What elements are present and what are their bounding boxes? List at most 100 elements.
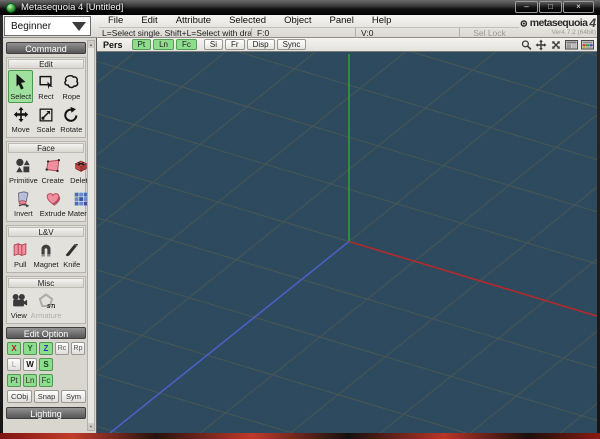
scroll-down-icon[interactable]: ▼	[88, 423, 94, 430]
status-hint: L=Select single. Shift+L=Select with dra…	[102, 28, 251, 38]
lv-section-label[interactable]: L&V	[8, 227, 84, 237]
movie-camera-icon	[12, 293, 27, 307]
primitive-tool-button[interactable]: Primitive	[8, 154, 39, 187]
axis-y-toggle[interactable]: Y	[23, 342, 37, 355]
rope-tool-button[interactable]: Rope	[59, 70, 84, 103]
face-section: Face Primitive Create Delete Invert Extr…	[6, 141, 94, 222]
extrude-face-icon	[46, 193, 60, 206]
lighting-header[interactable]: Lighting	[6, 407, 86, 419]
command-panel-header[interactable]: Command	[6, 42, 86, 54]
viewport-area: Pers Pt Ln Fc Si Fr Disp Sync	[97, 38, 597, 433]
face-section-label[interactable]: Face	[8, 143, 84, 153]
pull-map-icon	[13, 243, 27, 257]
extrude-tool-button[interactable]: Extrude	[39, 187, 67, 220]
edit-option-header[interactable]: Edit Option	[6, 327, 86, 339]
rc-toggle[interactable]: Rc	[55, 342, 69, 355]
screen-toggle[interactable]: S	[39, 358, 53, 371]
vp-fr-toggle[interactable]: Fr	[225, 39, 245, 50]
cobj-toggle[interactable]: CObj	[7, 390, 32, 403]
orbit-view-icon[interactable]	[550, 39, 562, 51]
cursor-arrow-icon	[16, 73, 26, 90]
menu-object[interactable]: Object	[275, 15, 320, 27]
minimize-button[interactable]: –	[515, 1, 538, 13]
rect-tool-button[interactable]: Rect	[33, 70, 58, 103]
scroll-up-icon[interactable]: ▲	[88, 41, 94, 48]
color-palette-icon[interactable]	[581, 39, 594, 51]
window-content: Beginner File Edit Attribute Selected Ob…	[3, 15, 597, 433]
local-toggle[interactable]: L	[7, 358, 21, 371]
vp-face-toggle[interactable]: Fc	[176, 39, 197, 50]
main-toolbar: Beginner File Edit Attribute Selected Ob…	[3, 15, 597, 38]
vertex-counter: V:0	[355, 28, 459, 38]
axis-x-toggle[interactable]: X	[7, 342, 21, 355]
view-control-icons	[521, 39, 594, 51]
brand-logo: metasequoia 4 Ver4.7.2 (64bit)	[520, 16, 596, 37]
face-counter: F:0	[251, 28, 355, 38]
primitive-shapes-icon	[16, 158, 31, 173]
knife-tool-button[interactable]: Knife	[60, 238, 84, 271]
panel-scrollbar[interactable]: ▲ ▼	[87, 40, 95, 431]
brand-number: 4	[589, 16, 596, 30]
invert-tool-button[interactable]: Invert	[8, 187, 39, 220]
menu-attribute[interactable]: Attribute	[167, 15, 220, 27]
svg-text:STD: STD	[47, 304, 55, 310]
menu-selected[interactable]: Selected	[220, 15, 275, 27]
status-bar: L=Select single. Shift+L=Select with dra…	[99, 27, 519, 38]
view-tool-button[interactable]: View	[8, 289, 30, 322]
dropdown-arrow-icon	[72, 21, 86, 31]
armature-tool-button: STD Armature	[30, 289, 63, 322]
create-tool-button[interactable]: Create	[39, 154, 67, 187]
face-toggle[interactable]: Fc	[39, 374, 53, 387]
misc-section-label[interactable]: Misc	[8, 278, 84, 288]
move-arrows-icon	[13, 106, 28, 123]
snap-toggle[interactable]: Snap	[34, 390, 59, 403]
window-title: Metasequoia 4 [Untitled]	[21, 2, 124, 13]
sel-lock-button[interactable]: Sel Lock	[459, 28, 519, 38]
axis-z-toggle[interactable]: Z	[39, 342, 53, 355]
point-toggle[interactable]: Pt	[7, 374, 21, 387]
metasequoia-logo-icon	[520, 19, 528, 27]
view-mode-label[interactable]: Pers	[97, 40, 132, 50]
magnet-tool-button[interactable]: Magnet	[32, 238, 59, 271]
mode-dropdown-value: Beginner	[11, 20, 52, 32]
pan-view-icon[interactable]	[535, 39, 547, 51]
sym-toggle[interactable]: Sym	[61, 390, 86, 403]
rp-toggle[interactable]: Rp	[71, 342, 85, 355]
menu-help[interactable]: Help	[363, 15, 401, 27]
mode-dropdown[interactable]: Beginner	[4, 16, 91, 36]
rect-select-icon	[39, 75, 53, 90]
scale-tool-button[interactable]: Scale	[33, 103, 58, 136]
close-button[interactable]: ×	[563, 1, 594, 13]
workspace: Command Edit Select Rect Rope Move Scale…	[3, 38, 597, 433]
rotate-tool-button[interactable]: Rotate	[59, 103, 84, 136]
armature-std-icon: STD	[38, 293, 55, 310]
pull-tool-button[interactable]: Pull	[8, 238, 32, 271]
invert-face-icon	[18, 191, 30, 208]
viewport-canvas[interactable]	[97, 52, 597, 433]
menu-panel[interactable]: Panel	[321, 15, 363, 27]
menu-file[interactable]: File	[99, 15, 132, 27]
vp-si-toggle[interactable]: Si	[203, 39, 224, 50]
misc-section: Misc View ST Armature	[6, 276, 86, 324]
vp-sync-toggle[interactable]: Sync	[276, 39, 307, 50]
select-tool-button[interactable]: Select	[8, 70, 34, 103]
move-tool-button[interactable]: Move	[8, 103, 33, 136]
zoom-magnifier-icon[interactable]	[521, 39, 532, 51]
menu-edit[interactable]: Edit	[132, 15, 166, 27]
scale-box-icon	[39, 108, 53, 122]
lv-section: L&V Pull Magnet Knife	[6, 225, 86, 273]
display-mode-icon[interactable]	[565, 39, 578, 51]
world-toggle[interactable]: W	[23, 358, 37, 371]
app-window: Metasequoia 4 [Untitled] – □ × Beginner …	[0, 0, 600, 439]
brand-name: metasequoia	[529, 17, 588, 29]
line-toggle[interactable]: Ln	[23, 374, 37, 387]
viewport-toolbar: Pers Pt Ln Fc Si Fr Disp Sync	[97, 38, 597, 52]
edit-section-label[interactable]: Edit	[8, 59, 84, 69]
menu-bar: File Edit Attribute Selected Object Pane…	[99, 15, 400, 27]
vp-disp-toggle[interactable]: Disp	[246, 39, 275, 50]
vp-point-toggle[interactable]: Pt	[131, 39, 152, 50]
maximize-button[interactable]: □	[539, 1, 562, 13]
title-bar[interactable]: Metasequoia 4 [Untitled] – □ ×	[0, 0, 600, 15]
vp-line-toggle[interactable]: Ln	[153, 39, 174, 50]
window-controls: – □ ×	[515, 1, 594, 13]
